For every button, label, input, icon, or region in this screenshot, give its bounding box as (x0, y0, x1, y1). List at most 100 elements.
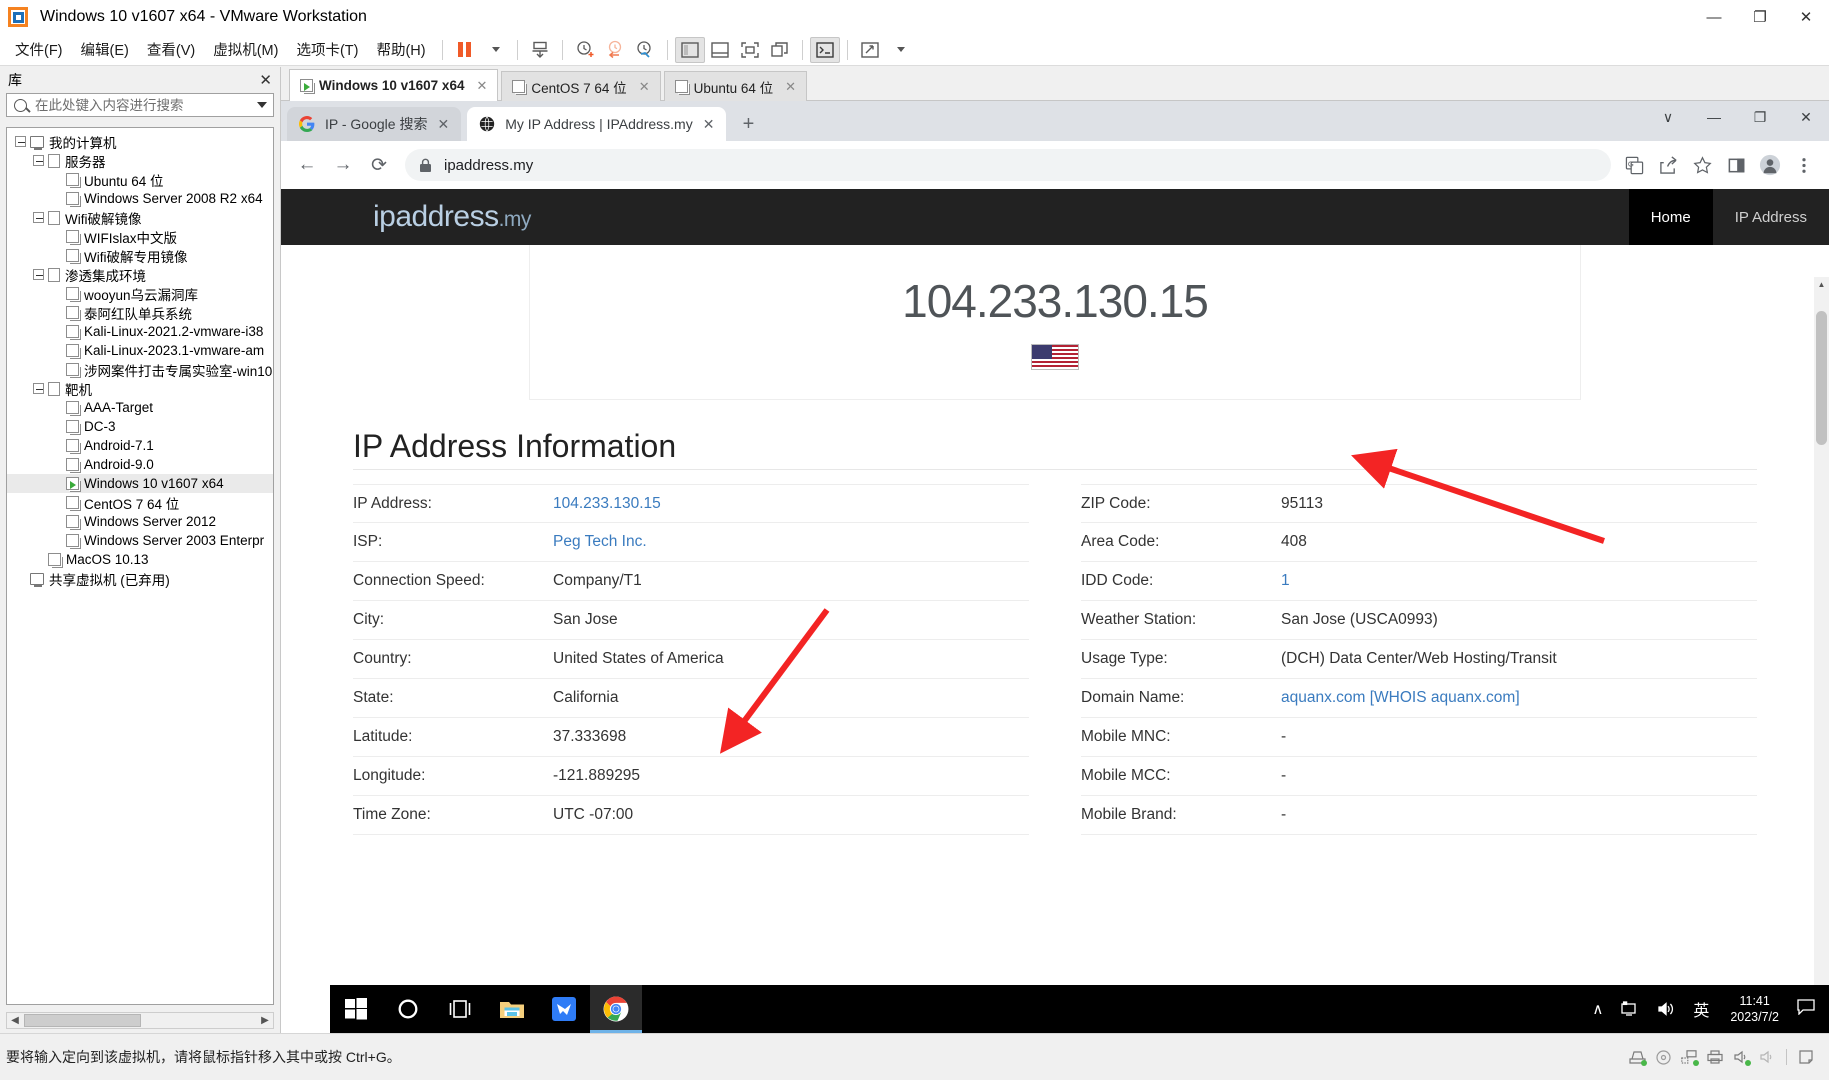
nav-home[interactable]: Home (1628, 189, 1713, 245)
show-library-icon[interactable] (674, 36, 705, 63)
menu-help[interactable]: 帮助(H) (367, 35, 434, 64)
scrollbar-thumb[interactable] (24, 1014, 141, 1027)
printer-icon[interactable] (1702, 1047, 1728, 1067)
close-button[interactable]: ✕ (1783, 0, 1829, 34)
tree-item[interactable]: MacOS 10.13 (7, 550, 273, 569)
tree-item[interactable]: 我的计算机 (7, 132, 273, 151)
taskbar-clock[interactable]: 11:41 2023/7/2 (1718, 993, 1791, 1025)
task-view-icon[interactable] (434, 985, 486, 1033)
snapshot-take-icon[interactable] (570, 37, 600, 63)
network-icon[interactable] (1612, 1001, 1648, 1017)
tree-item[interactable]: DC-3 (7, 417, 273, 436)
vm-tab-strip[interactable]: Windows 10 v1607 x64 ✕ CentOS 7 64 位 ✕ Ubunt… (281, 67, 1829, 101)
tree-item[interactable]: Ubuntu 64 位 (7, 170, 273, 189)
reload-button[interactable]: ⟳ (361, 147, 397, 183)
browser-tab-google-search[interactable]: IP - Google 搜索 ✕ (287, 107, 462, 141)
tree-item[interactable]: 泰阿红队单兵系统 (7, 303, 273, 322)
action-center-icon[interactable] (1791, 999, 1829, 1019)
close-icon[interactable]: ✕ (703, 116, 715, 133)
library-close-icon[interactable]: ✕ (259, 71, 272, 89)
snapshot-manager-icon[interactable] (630, 37, 660, 63)
volume-icon[interactable] (1648, 1001, 1684, 1017)
note-icon[interactable] (1793, 1047, 1819, 1067)
side-panel-icon[interactable] (1719, 148, 1753, 182)
tree-item[interactable]: Windows Server 2012 (7, 512, 273, 531)
file-explorer-icon[interactable] (486, 985, 538, 1033)
search-input[interactable] (33, 96, 253, 114)
close-icon[interactable]: ✕ (476, 78, 487, 94)
tree-item[interactable]: Wifi破解镜像 (7, 208, 273, 227)
tree-item[interactable]: 涉网案件打击专属实验室-win10 (7, 360, 273, 379)
browser-restore-button[interactable]: ❐ (1737, 101, 1783, 133)
more-menu-icon[interactable] (1787, 148, 1821, 182)
full-screen-icon[interactable] (735, 37, 765, 63)
tab-search-chevron-icon[interactable]: ∨ (1645, 101, 1691, 133)
stretch-icon[interactable] (855, 37, 885, 63)
sound-icon[interactable] (1728, 1047, 1754, 1067)
dropdown-caret-icon[interactable] (480, 37, 510, 63)
close-icon[interactable]: ✕ (437, 116, 449, 133)
translate-icon[interactable]: G (1617, 148, 1651, 182)
browser-tab-ipaddress[interactable]: My IP Address | IPAddress.my ✕ (467, 107, 727, 141)
table-row-value[interactable]: Peg Tech Inc. (553, 533, 647, 551)
page-scrollbar[interactable]: ▲ (1814, 277, 1829, 1033)
menu-edit[interactable]: 编辑(E) (72, 35, 138, 64)
scroll-left-icon[interactable]: ◀ (7, 1015, 23, 1026)
new-tab-button[interactable]: + (734, 110, 762, 138)
tree-item[interactable]: Wifi破解专用镜像 (7, 246, 273, 265)
cortana-search-icon[interactable] (382, 985, 434, 1033)
tree-item[interactable]: wooyun乌云漏洞库 (7, 284, 273, 303)
maximize-button[interactable]: ❐ (1737, 0, 1783, 34)
tree-item[interactable]: 靶机 (7, 379, 273, 398)
expander-icon[interactable] (33, 269, 44, 280)
share-icon[interactable] (1651, 148, 1685, 182)
cd-icon[interactable] (1650, 1047, 1676, 1067)
pause-icon[interactable] (450, 37, 480, 63)
tree-item[interactable]: Kali-Linux-2023.1-vmware-am (7, 341, 273, 360)
speaker-icon[interactable] (1754, 1047, 1780, 1067)
tree-item[interactable]: Android-7.1 (7, 436, 273, 455)
snapshot-revert-icon[interactable] (600, 37, 630, 63)
ime-indicator[interactable]: 英 (1684, 997, 1718, 1021)
tree-item[interactable]: Android-9.0 (7, 455, 273, 474)
tree-item[interactable]: Kali-Linux-2021.2-vmware-i38 (7, 322, 273, 341)
expander-icon[interactable] (33, 212, 44, 223)
harddisk-icon[interactable] (1624, 1047, 1650, 1067)
start-icon[interactable] (330, 985, 382, 1033)
chevron-down-icon[interactable] (257, 102, 267, 108)
bookmark-star-icon[interactable] (1685, 148, 1719, 182)
page-scrollbar-thumb[interactable] (1816, 311, 1827, 445)
tree-item[interactable]: Windows 10 v1607 x64 (7, 474, 273, 493)
back-button[interactable]: ← (289, 147, 325, 183)
minimize-button[interactable]: — (1691, 0, 1737, 34)
send-ctrl-alt-del-icon[interactable] (525, 37, 555, 63)
network-adapter-icon[interactable] (1676, 1047, 1702, 1067)
table-row-value[interactable]: 1 (1281, 572, 1290, 590)
stretch-dropdown-icon[interactable] (885, 37, 915, 63)
vm-tab[interactable]: Windows 10 v1607 x64 ✕ (289, 69, 499, 101)
scroll-up-icon[interactable]: ▲ (1814, 277, 1829, 292)
tree-item[interactable]: WIFIslax中文版 (7, 227, 273, 246)
menu-file[interactable]: 文件(F) (6, 35, 72, 64)
close-icon[interactable]: ✕ (639, 79, 650, 95)
expander-icon[interactable] (15, 136, 26, 147)
menu-tabs[interactable]: 选项卡(T) (287, 35, 367, 64)
tree-item[interactable]: Windows Server 2003 Enterpr (7, 531, 273, 550)
menu-vm[interactable]: 虚拟机(M) (204, 35, 287, 64)
browser-close-button[interactable]: ✕ (1783, 101, 1829, 133)
tree-item[interactable]: CentOS 7 64 位 (7, 493, 273, 512)
profile-avatar-icon[interactable] (1753, 148, 1787, 182)
expander-icon[interactable] (33, 383, 44, 394)
show-thumbnail-bar-icon[interactable] (705, 37, 735, 63)
tree-item[interactable]: 服务器 (7, 151, 273, 170)
library-search[interactable] (6, 93, 274, 117)
browser-minimize-button[interactable]: — (1691, 101, 1737, 133)
scroll-right-icon[interactable]: ▶ (257, 1015, 273, 1026)
address-bar[interactable]: ipaddress.my (405, 149, 1611, 181)
expander-icon[interactable] (33, 155, 44, 166)
sidebar-horizontal-scrollbar[interactable]: ◀ ▶ (6, 1012, 274, 1029)
tree-item[interactable]: 共享虚拟机 (已弃用) (7, 569, 273, 588)
unity-mode-icon[interactable] (765, 37, 795, 63)
site-logo[interactable]: ipaddress.my (373, 200, 531, 234)
nav-ip-address[interactable]: IP Address (1713, 189, 1829, 245)
